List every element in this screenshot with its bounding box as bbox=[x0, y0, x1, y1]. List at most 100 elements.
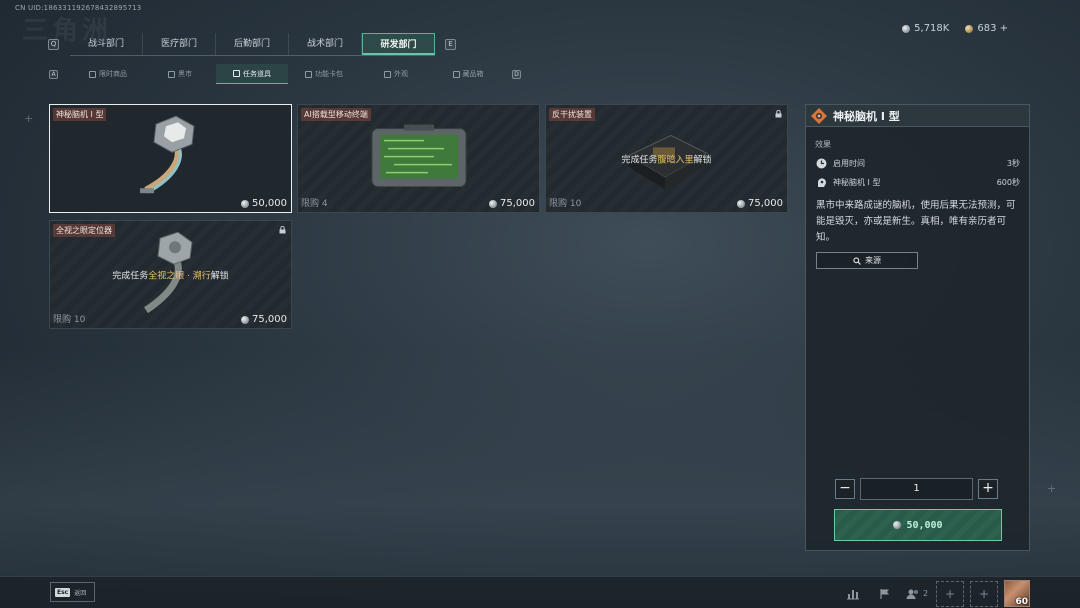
item-price: 50,000 bbox=[241, 198, 287, 209]
item-limit: 限购 10 bbox=[53, 315, 86, 325]
silver-coin-icon bbox=[737, 199, 745, 208]
decrease-quantity-button[interactable]: − bbox=[835, 479, 855, 499]
party-slot-add[interactable]: + bbox=[936, 580, 964, 607]
tab-category[interactable]: 黑市 bbox=[144, 64, 216, 84]
tab-category[interactable]: 藏品箱 bbox=[432, 64, 504, 84]
bottom-icons: 2 + + 60 bbox=[840, 580, 1030, 607]
silver-coin-icon bbox=[489, 199, 497, 208]
silver-coin-icon bbox=[902, 24, 911, 33]
tab-category-label: 黑市 bbox=[178, 70, 192, 78]
prev-category-key[interactable]: A bbox=[49, 69, 58, 79]
source-button-label: 来源 bbox=[865, 256, 881, 265]
currency-bar: 5,718K 683 + bbox=[902, 23, 1008, 34]
gold-coin-icon bbox=[965, 24, 974, 33]
quantity-field[interactable]: 1 bbox=[860, 478, 973, 500]
friends-button[interactable]: 2 bbox=[904, 581, 930, 607]
tab-category[interactable]: 限时商品 bbox=[72, 64, 144, 84]
head-icon bbox=[817, 178, 826, 187]
item-limit: 限购 10 bbox=[549, 199, 582, 209]
department-tabs: 战斗部门 医疗部门 后勤部门 战术部门 研发部门 bbox=[70, 32, 435, 56]
mobile-terminal-icon bbox=[371, 124, 466, 187]
tab-department[interactable]: 战斗部门 bbox=[70, 32, 143, 55]
silver-coin-icon bbox=[893, 521, 902, 529]
item-price: 75,000 bbox=[737, 198, 783, 209]
back-label: 返回 bbox=[74, 589, 87, 597]
unlock-suffix: 解锁 bbox=[210, 271, 229, 281]
flag-icon bbox=[880, 588, 889, 599]
prev-department-key[interactable]: Q bbox=[48, 38, 59, 50]
tab-category-label: 外观 bbox=[394, 70, 408, 78]
friends-count: 2 bbox=[922, 589, 929, 598]
tab-department[interactable]: 研发部门 bbox=[362, 32, 435, 55]
tab-category-label: 功能卡包 bbox=[315, 70, 343, 78]
next-category-key[interactable]: D bbox=[512, 69, 521, 79]
unlock-prefix: 完成任务 bbox=[112, 271, 149, 281]
bottom-bar: Esc 返回 2 + + 60 bbox=[0, 576, 1080, 608]
item-name: 全视之眼定位器 bbox=[53, 224, 115, 237]
detail-header: 神秘脑机 I 型 bbox=[806, 105, 1029, 127]
purchase-price: 50,000 bbox=[906, 519, 943, 531]
research-dept-icon bbox=[811, 107, 827, 124]
tab-category-label: 限时商品 bbox=[99, 70, 127, 78]
item-detail-panel: 神秘脑机 I 型 效果 启用时间 3秒 神秘脑机 I 型 600秒 黑市中来路成… bbox=[805, 104, 1030, 551]
back-button[interactable]: Esc 返回 bbox=[50, 582, 95, 602]
item-price: 75,000 bbox=[489, 198, 535, 209]
item-card-anti-jammer[interactable]: 反干扰装置 完成任务腹暗入里解锁 限购 10 75,000 bbox=[545, 104, 788, 213]
item-price-value: 75,000 bbox=[500, 198, 535, 209]
effect-row-label-group: 启用时间 bbox=[816, 158, 865, 169]
increase-quantity-button[interactable]: + bbox=[978, 479, 998, 499]
category-tab-bar: A 限时商品 黑市 任务道具 功能卡包 外观 藏品箱 D bbox=[49, 64, 521, 84]
tab-department[interactable]: 后勤部门 bbox=[216, 32, 289, 55]
lock-icon bbox=[775, 110, 782, 118]
player-avatar[interactable]: 60 bbox=[1004, 580, 1030, 607]
effect-row: 神秘脑机 I 型 600秒 bbox=[816, 177, 1020, 188]
dna-icon bbox=[89, 70, 96, 78]
quantity-stepper: − 1 + bbox=[835, 478, 998, 500]
tab-category-label: 任务道具 bbox=[243, 69, 271, 78]
next-department-key[interactable]: E bbox=[445, 38, 456, 50]
unlock-requirement: 完成任务全视之眼 · 溯行解锁 bbox=[50, 268, 291, 281]
item-price-value: 75,000 bbox=[748, 198, 783, 209]
tab-department[interactable]: 医疗部门 bbox=[143, 32, 216, 55]
card-icon bbox=[305, 70, 312, 78]
category-tabs: 限时商品 黑市 任务道具 功能卡包 外观 藏品箱 bbox=[72, 64, 504, 84]
item-price-value: 75,000 bbox=[252, 314, 287, 325]
tab-category[interactable]: 功能卡包 bbox=[288, 64, 360, 84]
item-card-brain-machine[interactable]: 神秘脑机 I 型 50,000 bbox=[49, 104, 292, 213]
item-name: 反干扰装置 bbox=[549, 108, 595, 121]
unlock-task-name: 腹暗入里 bbox=[657, 155, 694, 165]
item-card-eye-locator[interactable]: 全视之眼定位器 完成任务全视之眼 · 溯行解锁 限购 10 75,000 bbox=[49, 220, 292, 329]
unlock-requirement: 完成任务腹暗入里解锁 bbox=[546, 152, 787, 165]
tab-category[interactable]: 任务道具 bbox=[216, 64, 288, 84]
purchase-button[interactable]: 50,000 bbox=[834, 509, 1002, 541]
player-uid: CN UID:18633119267843289571​3 bbox=[15, 4, 142, 12]
esc-key: Esc bbox=[55, 587, 71, 597]
effect-row: 启用时间 3秒 bbox=[816, 158, 1020, 169]
effect-value: 3秒 bbox=[1006, 159, 1020, 168]
unlock-suffix: 解锁 bbox=[693, 155, 712, 165]
effect-row-label-group: 神秘脑机 I 型 bbox=[816, 177, 880, 188]
effect-label-text: 启用时间 bbox=[833, 159, 865, 168]
tab-category[interactable]: 外观 bbox=[360, 64, 432, 84]
tab-department[interactable]: 战术部门 bbox=[289, 32, 362, 55]
shirt-icon bbox=[384, 70, 391, 78]
market-icon bbox=[168, 70, 175, 78]
item-description: 黑市中来路成谜的脑机，使用后果无法预测，可能是毁灭，亦或是新生。真相，唯有亲历者… bbox=[816, 200, 1016, 243]
gold-currency[interactable]: 683 + bbox=[965, 23, 1008, 34]
decor-plus-icon: + bbox=[1047, 482, 1057, 495]
source-button[interactable]: 来源 bbox=[816, 252, 918, 269]
unlock-task-name: 全视之眼 · 溯行 bbox=[148, 271, 211, 281]
lock-icon bbox=[279, 226, 286, 234]
effect-label: 效果 bbox=[815, 140, 831, 149]
player-level: 60 bbox=[1015, 597, 1028, 607]
box-icon bbox=[452, 70, 460, 78]
silver-coin-icon bbox=[241, 199, 249, 208]
unlock-prefix: 完成任务 bbox=[621, 155, 658, 165]
search-icon bbox=[853, 256, 861, 265]
gold-amount: 683 + bbox=[977, 23, 1008, 34]
flag-button[interactable] bbox=[872, 581, 898, 607]
stats-button[interactable] bbox=[840, 581, 866, 607]
party-slot-add[interactable]: + bbox=[970, 580, 998, 607]
item-card-ai-terminal[interactable]: AI搭载型移动终端 限购 4 75,000 bbox=[297, 104, 540, 213]
decor-plus-icon: + bbox=[24, 112, 34, 125]
